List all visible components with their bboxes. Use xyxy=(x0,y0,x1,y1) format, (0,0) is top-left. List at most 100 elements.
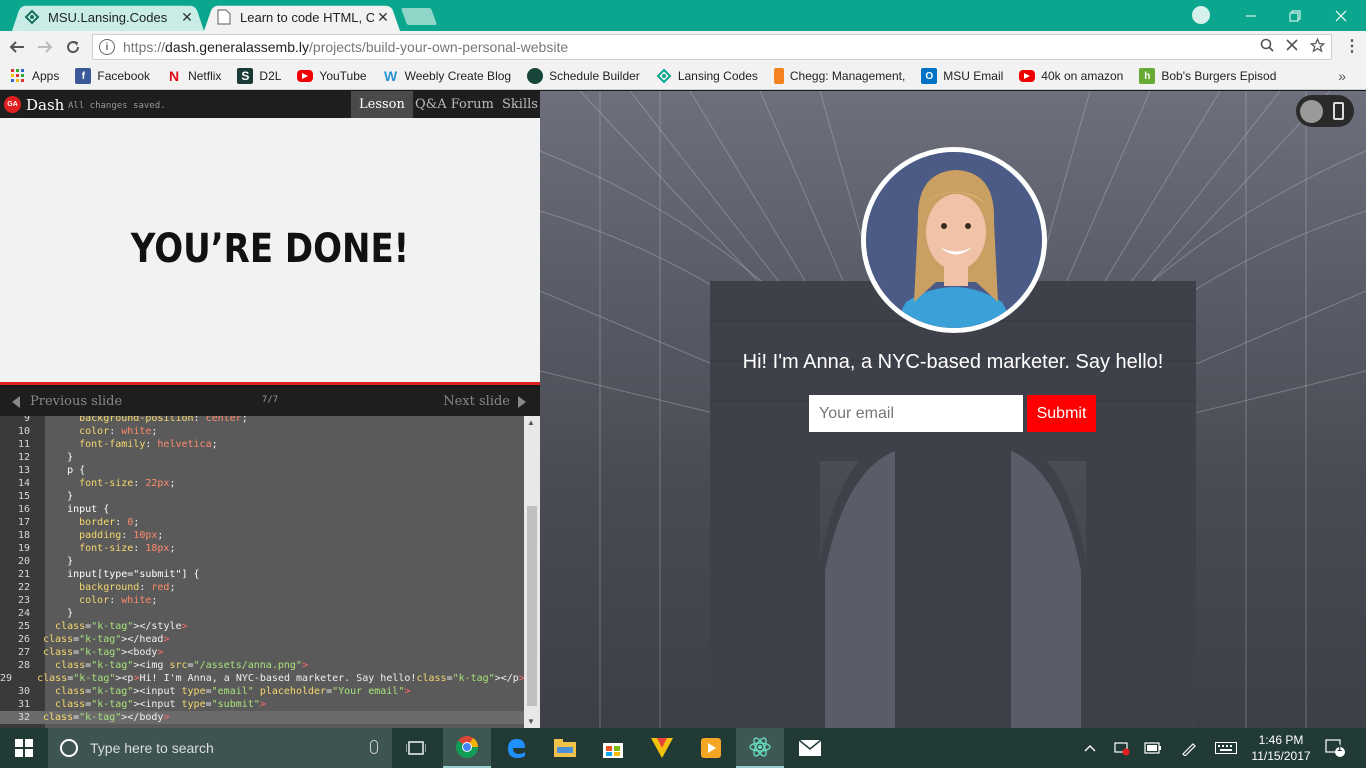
code-line[interactable]: 14 font-size: 22px; xyxy=(0,477,524,490)
code-text: color: white; xyxy=(79,426,158,437)
bookmark-youtube[interactable]: YouTube xyxy=(297,69,367,83)
code-text: class="k-tag"><body> xyxy=(43,647,164,658)
url-host: dash.generalassemb.ly xyxy=(165,39,310,55)
media-player-icon[interactable] xyxy=(687,728,735,768)
clear-icon[interactable] xyxy=(1286,38,1298,57)
battery-icon[interactable] xyxy=(1142,728,1164,768)
network-status-icon[interactable] xyxy=(1112,728,1132,768)
profile-icon[interactable] xyxy=(1192,6,1210,24)
code-line[interactable]: 19 font-size: 18px; xyxy=(0,542,524,555)
tab-lesson[interactable]: Lesson xyxy=(351,91,413,118)
code-line[interactable]: 10 color: white; xyxy=(0,425,524,438)
tab-close-icon[interactable]: ✕ xyxy=(374,9,392,26)
bookmark-msu-email[interactable]: O MSU Email xyxy=(921,68,1003,84)
tab-msu-lansing-codes[interactable]: MSU.Lansing.Codes ✕ xyxy=(12,3,204,31)
scroll-down-icon[interactable]: ▼ xyxy=(527,717,535,726)
bookmark-chegg[interactable]: Chegg: Management, xyxy=(773,68,905,84)
code-line[interactable]: 22 background: red; xyxy=(0,581,524,594)
bookmark-schedule-builder[interactable]: Schedule Builder xyxy=(527,68,640,84)
code-line[interactable]: 27 class="k-tag"><body> xyxy=(0,646,524,659)
code-line[interactable]: 24 } xyxy=(0,607,524,620)
code-line[interactable]: 20 } xyxy=(0,555,524,568)
minimize-icon[interactable] xyxy=(1228,0,1274,31)
next-slide-button[interactable]: Next slide xyxy=(443,394,526,409)
bookmark-bobs-burgers[interactable]: h Bob's Burgers Episod xyxy=(1139,68,1276,84)
code-line[interactable]: 13 p { xyxy=(0,464,524,477)
code-line[interactable]: 15 } xyxy=(0,490,524,503)
code-line[interactable]: 23 color: white; xyxy=(0,594,524,607)
new-tab-button[interactable] xyxy=(400,8,438,25)
reload-icon[interactable] xyxy=(62,36,84,58)
email-field[interactable]: Your email xyxy=(809,395,1023,432)
pen-workspace-icon[interactable] xyxy=(1178,728,1200,768)
code-line[interactable]: 28 class="k-tag"><img src="/assets/anna.… xyxy=(0,659,524,672)
mobile-phone-icon[interactable] xyxy=(1333,102,1344,120)
tab-qa-forum[interactable]: Q&A Forum xyxy=(407,91,502,118)
site-info-icon[interactable]: i xyxy=(99,39,115,55)
zoom-icon[interactable] xyxy=(1260,38,1274,57)
microphone-icon[interactable] xyxy=(370,740,378,754)
bookmark-weebly[interactable]: W Weebly Create Blog xyxy=(383,68,511,84)
code-line[interactable]: 18 padding: 10px; xyxy=(0,529,524,542)
code-text: font-size: 18px; xyxy=(79,543,176,554)
bookmark-apps[interactable]: Apps xyxy=(10,68,59,84)
toggle-knob[interactable] xyxy=(1300,100,1323,123)
code-line[interactable]: 21 input[type="submit"] { xyxy=(0,568,524,581)
submit-button[interactable]: Submit xyxy=(1027,395,1096,432)
editor-scrollbar[interactable]: ▲ ▼ xyxy=(524,416,540,728)
tab-skills[interactable]: Skills xyxy=(494,91,546,118)
edge-icon[interactable] xyxy=(492,728,540,768)
chrome-icon[interactable] xyxy=(443,728,491,768)
bookmark-netflix[interactable]: N Netflix xyxy=(166,68,221,84)
code-line[interactable]: 26 class="k-tag"></head> xyxy=(0,633,524,646)
code-line[interactable]: 17 border: 0; xyxy=(0,516,524,529)
restore-icon[interactable] xyxy=(1272,0,1318,31)
back-icon[interactable] xyxy=(6,36,28,58)
bookmark-40k-on-amazon[interactable]: 40k on amazon xyxy=(1019,69,1123,83)
forward-icon[interactable] xyxy=(34,36,56,58)
code-line[interactable]: 11 font-family: helvetica; xyxy=(0,438,524,451)
code-line[interactable]: 29 class="k-tag"><p>Hi! I'm Anna, a NYC-… xyxy=(0,672,525,685)
code-line[interactable]: 16 input { xyxy=(0,503,524,516)
system-clock[interactable]: 1:46 PM 11/15/2017 xyxy=(1246,732,1316,764)
store-icon[interactable] xyxy=(589,728,637,768)
code-line[interactable]: 30 class="k-tag"><input type="email" pla… xyxy=(0,685,524,698)
bookmarks-more-icon[interactable]: » xyxy=(1338,68,1346,84)
code-line[interactable]: 31 class="k-tag"><input type="submit"> xyxy=(0,698,524,711)
action-center-icon[interactable]: 1 xyxy=(1320,728,1350,768)
chrome-menu-icon[interactable]: ⋮ xyxy=(1344,36,1360,56)
code-text: class="k-tag"></head> xyxy=(43,634,170,645)
atom-icon[interactable] xyxy=(736,728,784,768)
code-text: } xyxy=(43,452,74,463)
windows-start-icon[interactable] xyxy=(0,728,48,768)
url-input[interactable]: i https://dash.generalassemb.ly/projects… xyxy=(92,34,1332,60)
scroll-up-icon[interactable]: ▲ xyxy=(527,418,535,427)
close-window-icon[interactable] xyxy=(1318,0,1364,31)
code-line[interactable]: 25 class="k-tag"></style> xyxy=(0,620,524,633)
code-line[interactable]: 12 } xyxy=(0,451,524,464)
bookmark-star-icon[interactable] xyxy=(1309,37,1326,57)
task-view-icon[interactable] xyxy=(392,728,440,768)
code-line[interactable]: 32 class="k-tag"></body> xyxy=(0,711,524,724)
bookmark-facebook[interactable]: f Facebook xyxy=(75,68,150,84)
device-toggle[interactable] xyxy=(1296,95,1354,127)
code-editor[interactable]: 9 background-position: center; 10 color: … xyxy=(0,416,540,728)
code-content[interactable]: 9 background-position: center; 10 color: … xyxy=(0,416,525,724)
file-explorer-icon[interactable] xyxy=(541,728,589,768)
bookmark-lansing-codes[interactable]: Lansing Codes xyxy=(656,68,758,84)
spartan-icon xyxy=(527,68,544,84)
code-line[interactable]: 9 background-position: center; xyxy=(0,416,524,425)
tab-learn-to-code[interactable]: Learn to code HTML, CSS ✕ xyxy=(204,3,400,31)
scroll-thumb[interactable] xyxy=(527,506,537,706)
code-text: } xyxy=(43,608,74,619)
show-hidden-icons-icon[interactable] xyxy=(1080,728,1100,768)
app-v-icon[interactable] xyxy=(638,728,686,768)
tab-close-icon[interactable]: ✕ xyxy=(178,9,196,26)
taskbar-search-input[interactable]: Type here to search xyxy=(48,728,392,768)
mail-icon[interactable] xyxy=(786,728,834,768)
code-text: class="k-tag"></style> xyxy=(55,621,188,632)
ga-logo-icon[interactable]: GA xyxy=(4,96,21,113)
line-number: 16 xyxy=(17,504,30,515)
bookmark-d2l[interactable]: S D2L xyxy=(237,68,281,84)
keyboard-icon[interactable] xyxy=(1212,728,1240,768)
